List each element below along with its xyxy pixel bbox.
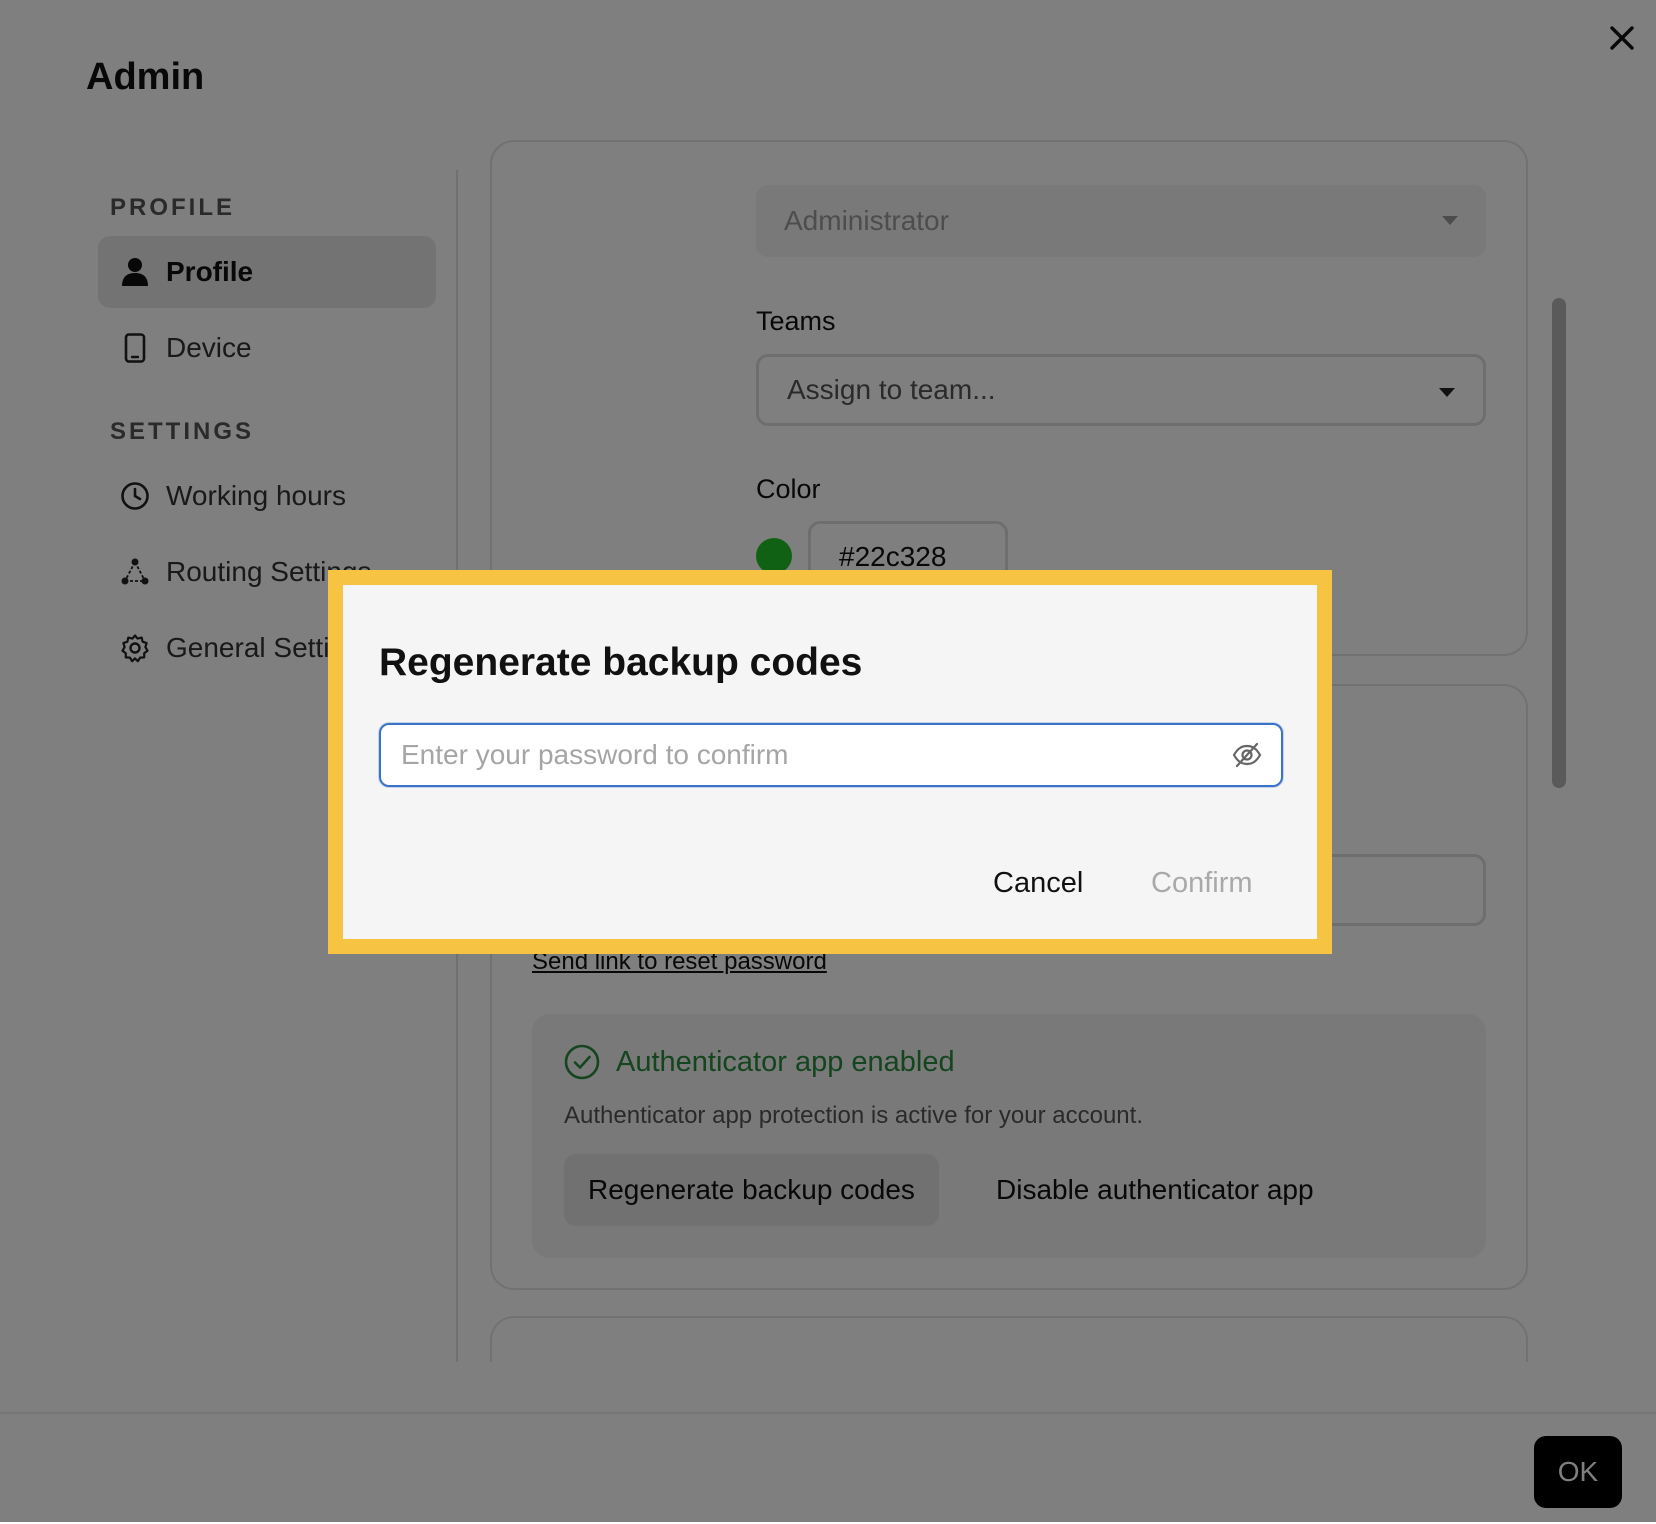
password-input[interactable] [401, 725, 1201, 785]
regenerate-backup-codes-dialog: Regenerate backup codes Cancel Confirm [343, 585, 1317, 939]
cancel-button[interactable]: Cancel [993, 867, 1083, 900]
password-input-container [379, 723, 1283, 787]
dialog-title: Regenerate backup codes [379, 641, 863, 684]
show-password-toggle[interactable] [1231, 739, 1263, 771]
eye-off-icon [1232, 742, 1262, 768]
confirm-button[interactable]: Confirm [1151, 867, 1253, 900]
